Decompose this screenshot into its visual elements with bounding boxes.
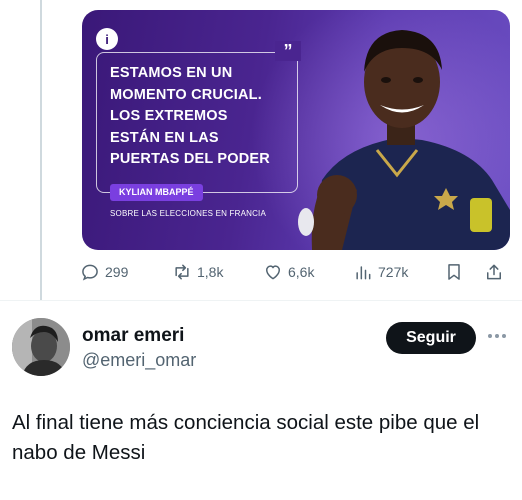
quote-line: PUERTAS DEL PODER <box>110 151 270 167</box>
bookmark-icon <box>448 264 460 280</box>
display-name[interactable]: omar emeri <box>82 325 184 347</box>
quote-line: ESTÁN EN LAS <box>110 129 219 146</box>
share-button[interactable] <box>484 260 504 284</box>
post-divider <box>0 300 522 301</box>
repost-count: 1,8k <box>197 264 224 280</box>
user-handle[interactable]: @emeri_omar <box>82 350 196 371</box>
media-subtitle: SOBRE LAS ELECCIONES EN FRANCIA <box>110 209 267 218</box>
post-text: Al final tiene más conciencia social est… <box>12 411 480 464</box>
share-icon <box>487 264 501 280</box>
avatar[interactable] <box>12 318 70 376</box>
player-photo <box>298 30 510 250</box>
bookmark-button[interactable] <box>444 260 464 284</box>
quote-line: ESTAMOS EN UN <box>110 65 233 81</box>
quote-mark-icon: ” <box>275 41 301 61</box>
repost-icon <box>175 264 189 280</box>
action-bar: 299 1,8k 6,6k 727k <box>80 260 510 284</box>
quote-line: LOS EXTREMOS <box>110 108 228 124</box>
repost-button[interactable]: 1,8k <box>172 260 223 284</box>
reply-button[interactable]: 299 <box>80 260 128 284</box>
like-count: 6,6k <box>288 264 315 280</box>
views-button[interactable]: 727k <box>353 260 408 284</box>
reply-count: 299 <box>105 264 129 280</box>
quote-text: ESTAMOS EN UN MOMENTO CRUCIAL. LOS EXTRE… <box>110 63 290 171</box>
more-options-icon[interactable] <box>486 332 508 340</box>
thread-connector-line <box>40 0 42 300</box>
author-label: KYLIAN MBAPPÉ <box>110 184 203 201</box>
quoted-media-card[interactable]: i ” ESTAMOS EN UN MOMENTO CRUCIAL. LOS E… <box>82 10 510 250</box>
heart-icon <box>266 265 280 280</box>
quote-line: MOMENTO CRUCIAL. <box>110 86 262 103</box>
bar-chart-icon <box>356 266 371 280</box>
like-button[interactable]: 6,6k <box>263 260 314 284</box>
follow-button[interactable]: Seguir <box>386 322 476 354</box>
avatar-photo <box>12 318 70 376</box>
reply-icon <box>82 264 98 281</box>
publisher-logo-icon: i <box>96 28 118 50</box>
view-count: 727k <box>378 264 409 280</box>
